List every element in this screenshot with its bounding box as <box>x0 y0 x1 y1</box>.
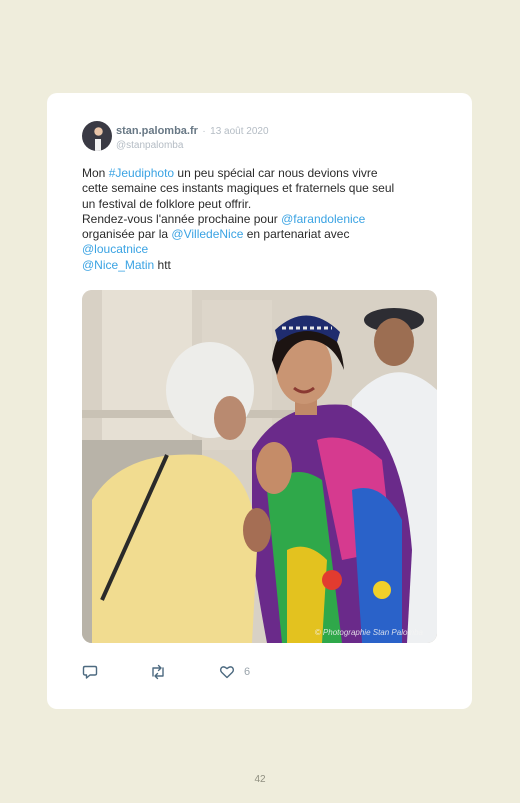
text-segment: Rendez-vous l'année prochaine pour <box>82 211 282 226</box>
avatar[interactable] <box>82 121 112 151</box>
like-button[interactable]: 6 <box>219 664 250 680</box>
tweet-line-1: Mon #Jeudiphoto un peu spécial car nous … <box>82 166 442 181</box>
meta-separator: · <box>202 126 206 137</box>
text-segment: un peu spécial car nous devions vivre <box>174 166 378 180</box>
mention-nice-matin[interactable]: @Nice_Matin <box>82 258 154 272</box>
photo-watermark: © Photographie Stan Palomba <box>314 628 423 637</box>
photo-illustration <box>82 290 437 643</box>
page-number: 42 <box>254 774 266 785</box>
like-count: 6 <box>244 666 251 678</box>
reply-icon <box>82 664 98 680</box>
author-name[interactable]: stan.palomba.fr <box>116 125 198 137</box>
tweet-line-7: @Nice_Matin htt <box>82 258 442 273</box>
mention-loucatnice[interactable]: @loucatnice <box>82 242 148 256</box>
mention-villedenice[interactable]: @VilledeNice <box>171 227 243 241</box>
tweet-text: Mon #Jeudiphoto un peu spécial car nous … <box>82 166 442 273</box>
tweet-photo[interactable]: © Photographie Stan Palomba <box>82 290 437 643</box>
heart-icon <box>219 664 235 680</box>
truncated-link[interactable]: htt <box>154 258 171 272</box>
tweet-card: stan.palomba.fr · 13 août 2020 @stanpalo… <box>47 93 472 709</box>
tweet-line-3: un festival de folklore peut offrir. <box>82 196 252 211</box>
text-segment: organisée par la <box>82 227 172 242</box>
reply-button[interactable] <box>82 664 98 680</box>
text-segment: en partenariat avec <box>243 227 350 242</box>
tweet-line-2: cette semaine ces instants magiques et f… <box>82 181 395 196</box>
hashtag-jeudiphoto[interactable]: #Jeudiphoto <box>109 166 174 180</box>
retweet-button[interactable] <box>149 664 167 680</box>
tweet-line-4: Rendez-vous l'année prochaine pour @fara… <box>82 212 442 227</box>
tweet-line-6: @loucatnice <box>82 242 442 257</box>
tweet-date[interactable]: 13 août 2020 <box>210 126 268 137</box>
text-segment: Mon <box>82 166 109 180</box>
author-meta: stan.palomba.fr · 13 août 2020 @stanpalo… <box>116 121 269 151</box>
mention-farandolenice[interactable]: @farandolenice <box>281 212 365 226</box>
tweet-actions: 6 <box>82 664 382 682</box>
author-handle[interactable]: @stanpalomba <box>116 140 269 151</box>
tweet-line-5: organisée par la @VilledeNice en partena… <box>82 227 442 242</box>
retweet-icon <box>149 664 167 680</box>
